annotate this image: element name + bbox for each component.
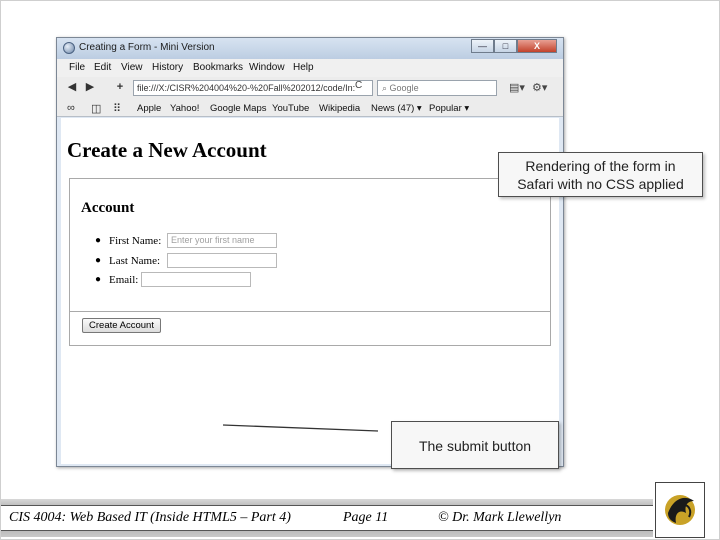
first-name-input[interactable]: Enter your first name bbox=[167, 233, 277, 248]
page-heading: Create a New Account bbox=[67, 138, 267, 162]
list-bullet: ● bbox=[95, 255, 102, 266]
menu-help[interactable]: Help bbox=[293, 62, 314, 73]
bookmark-apple[interactable]: Apple bbox=[137, 103, 161, 114]
book-icon[interactable]: ◫ bbox=[91, 102, 101, 115]
menu-view[interactable]: View bbox=[121, 62, 143, 73]
last-name-label: Last Name: bbox=[109, 255, 161, 267]
minimize-button[interactable]: — bbox=[471, 39, 494, 53]
submit-callout: The submit button bbox=[391, 421, 559, 469]
gear-icon[interactable]: ⚙▾ bbox=[532, 81, 547, 94]
pegasus-logo-icon bbox=[665, 495, 695, 525]
search-icon: ⌕ bbox=[382, 83, 390, 93]
list-bullet: ● bbox=[95, 235, 102, 246]
email-label: Email: bbox=[109, 274, 139, 286]
menu-history[interactable]: History bbox=[152, 62, 183, 73]
grid-icon[interactable]: ⠿ bbox=[113, 102, 121, 115]
search-placeholder: Google bbox=[389, 83, 419, 93]
create-account-button[interactable]: Create Account bbox=[82, 318, 161, 333]
search-input[interactable]: ⌕ Google bbox=[377, 80, 497, 96]
page-content: Create a New Account Account ● First Nam… bbox=[61, 118, 559, 464]
footer-page-number: Page 11 bbox=[343, 510, 389, 525]
rendering-callout: Rendering of the form in Safari with no … bbox=[498, 152, 703, 197]
menu-edit[interactable]: Edit bbox=[94, 62, 111, 73]
navigation-bar: ◀ ▶ + file:///X:/CISR%204004%20-%20Fall%… bbox=[57, 77, 563, 99]
footer-author: © Dr. Mark Llewellyn bbox=[438, 510, 562, 525]
page-menu-icon[interactable]: ▤▾ bbox=[509, 81, 525, 94]
slide-footer: CIS 4004: Web Based IT (Inside HTML5 – P… bbox=[1, 494, 720, 540]
first-name-label: First Name: bbox=[109, 235, 162, 247]
list-bullet: ● bbox=[95, 274, 102, 285]
email-input[interactable] bbox=[141, 272, 251, 287]
callout-pointer-line bbox=[223, 424, 378, 432]
bookmark-wikipedia[interactable]: Wikipedia bbox=[319, 103, 360, 114]
bookmark-news[interactable]: News (47) ▾ bbox=[371, 103, 422, 114]
window-title: Creating a Form - Mini Version bbox=[79, 42, 215, 53]
title-bar: Creating a Form - Mini Version — □ X bbox=[57, 38, 563, 59]
menu-file[interactable]: File bbox=[69, 62, 85, 73]
menu-bar: File Edit View History Bookmarks Window … bbox=[57, 59, 563, 77]
window-controls: — □ X bbox=[471, 39, 557, 53]
ucf-pegasus-logo bbox=[655, 482, 705, 538]
browser-window: Creating a Form - Mini Version — □ X Fil… bbox=[56, 37, 564, 467]
back-button[interactable]: ◀ bbox=[65, 80, 79, 96]
footer-course: CIS 4004: Web Based IT (Inside HTML5 – P… bbox=[9, 510, 291, 525]
menu-bookmarks[interactable]: Bookmarks bbox=[193, 62, 243, 73]
menu-window[interactable]: Window bbox=[249, 62, 285, 73]
slide: Creating a Form - Mini Version — □ X Fil… bbox=[0, 0, 720, 540]
reading-glasses-icon[interactable]: ∞ bbox=[67, 102, 75, 114]
close-button[interactable]: X bbox=[517, 39, 557, 53]
maximize-button[interactable]: □ bbox=[494, 39, 517, 53]
bookmark-youtube[interactable]: YouTube bbox=[272, 103, 309, 114]
last-name-input[interactable] bbox=[167, 253, 277, 268]
rendering-callout-line-2: Safari with no CSS applied bbox=[517, 176, 684, 192]
rendering-callout-line-1: Rendering of the form in bbox=[525, 158, 676, 174]
forward-button[interactable]: ▶ bbox=[83, 80, 97, 96]
bookmark-popular[interactable]: Popular ▾ bbox=[429, 103, 469, 114]
reload-button[interactable]: C bbox=[355, 80, 362, 91]
address-bar[interactable]: file:///X:/CISR%204004%20-%20Fall%202012… bbox=[133, 80, 373, 96]
bookmark-google-maps[interactable]: Google Maps bbox=[210, 103, 267, 114]
add-bookmark-button[interactable]: + bbox=[113, 80, 127, 96]
browser-app-icon bbox=[63, 42, 75, 54]
bookmarks-bar: ∞ ◫ ⠿ Apple Yahoo! Google Maps YouTube W… bbox=[57, 99, 563, 117]
bookmark-yahoo[interactable]: Yahoo! bbox=[170, 103, 199, 114]
fieldset-legend: Account bbox=[81, 200, 135, 216]
